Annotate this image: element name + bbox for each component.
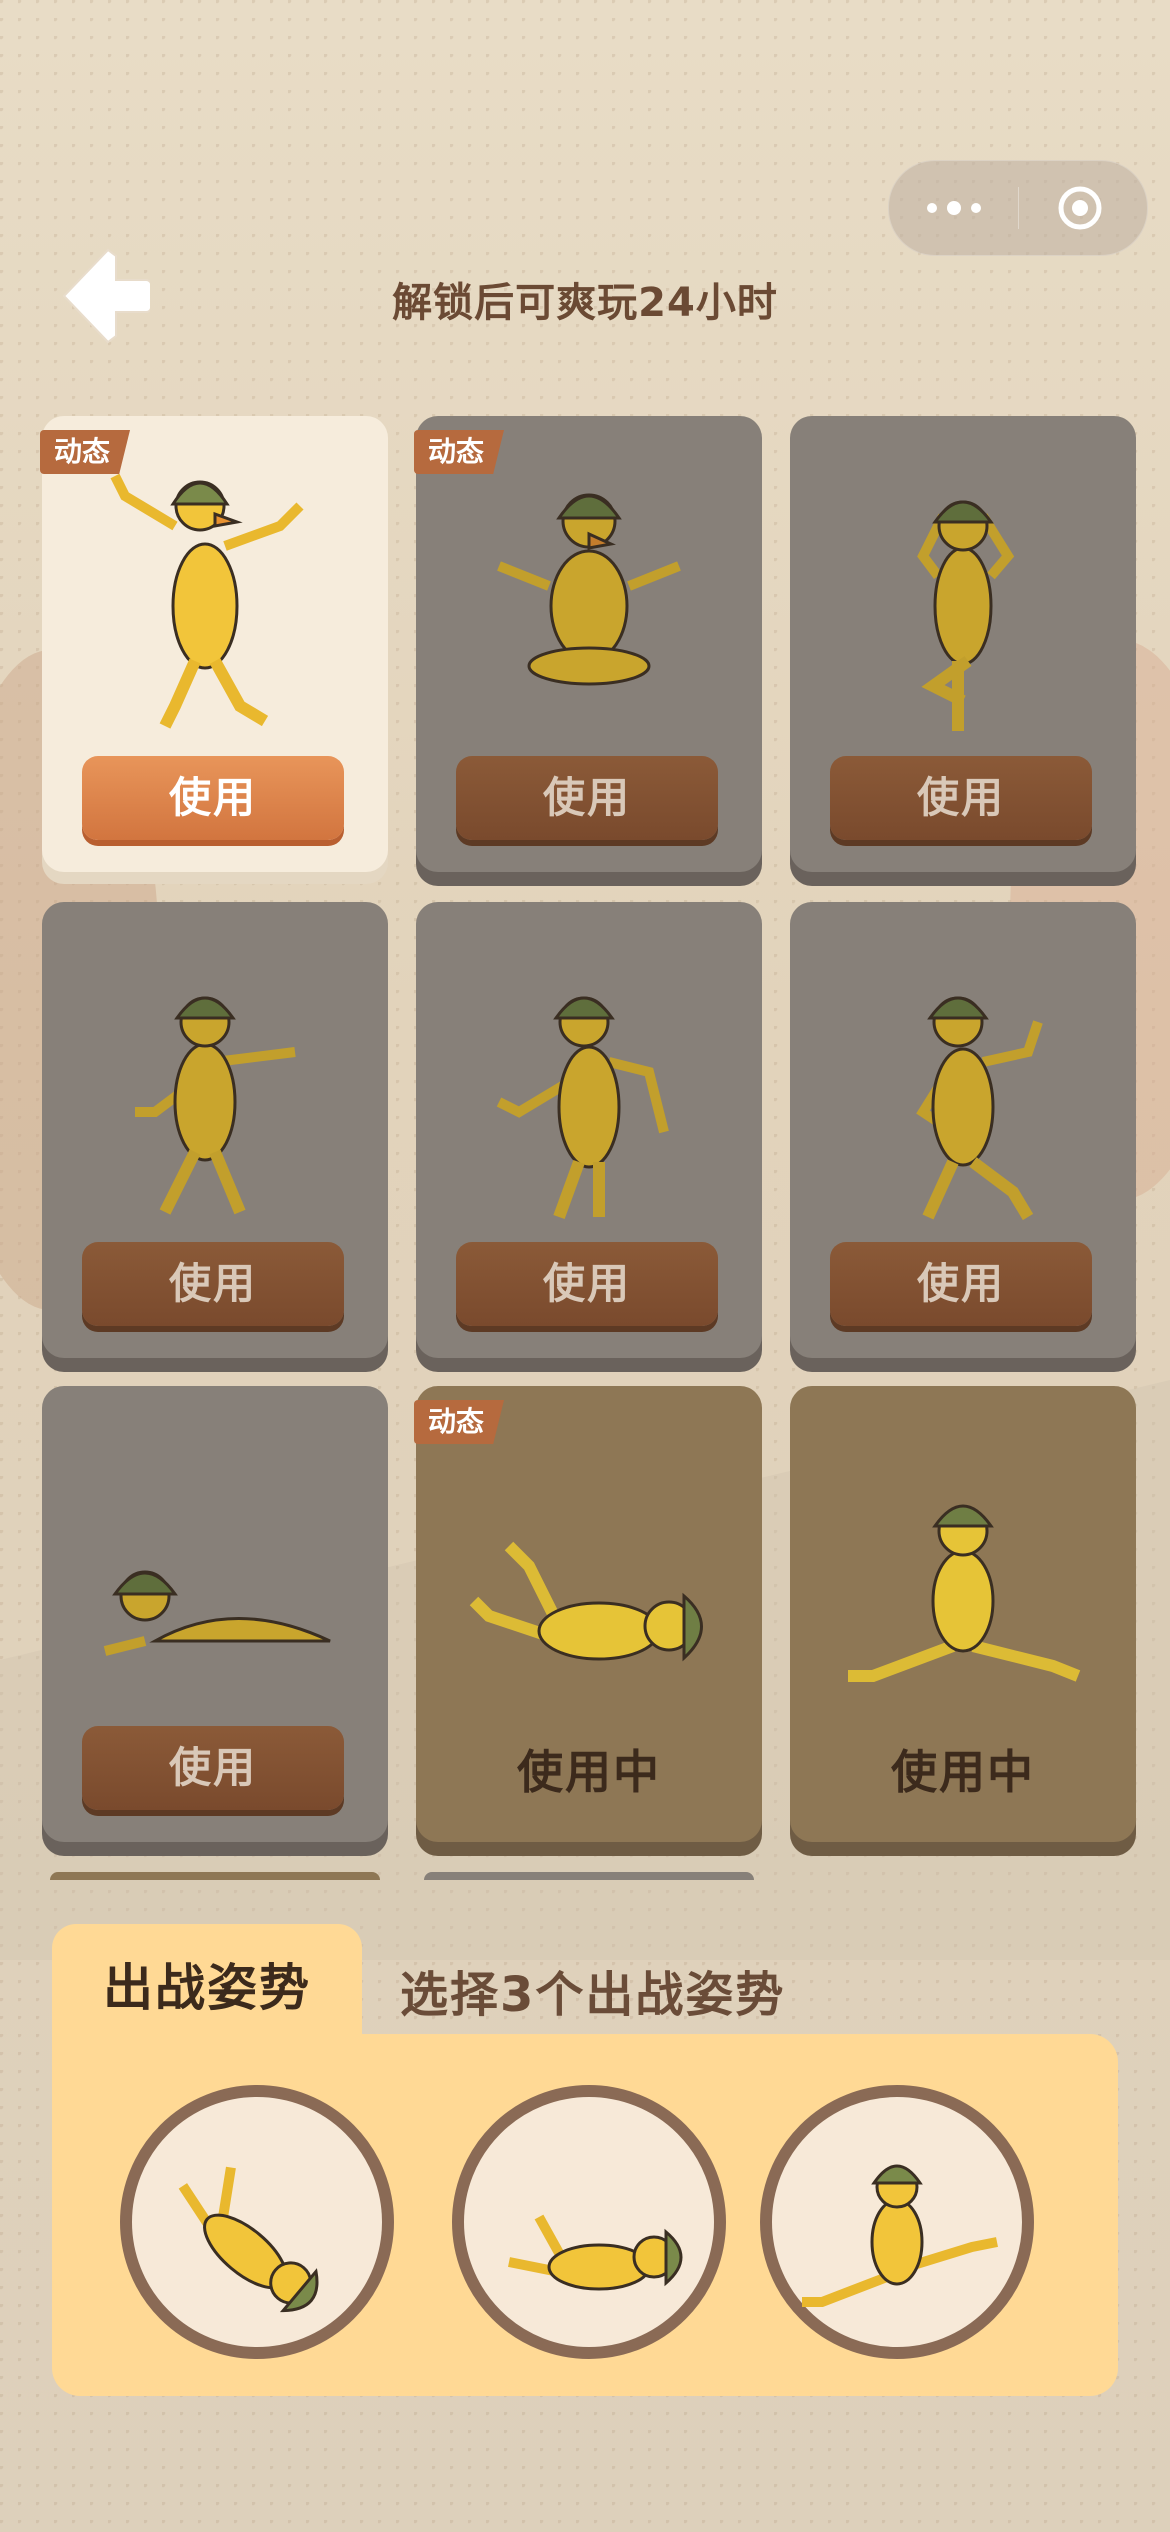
duck-split-pose <box>848 1504 1081 1682</box>
page-title: 解锁后可爽玩24小时 <box>392 280 778 326</box>
target-close-icon[interactable] <box>1057 185 1103 231</box>
pose-card[interactable]: 动态 使用 <box>40 416 388 872</box>
duck-flip-pose <box>508 2214 683 2291</box>
duck-dance-pose <box>496 996 669 1220</box>
miniprogram-capsule <box>888 160 1148 256</box>
use-button[interactable]: 使用 <box>82 1726 344 1810</box>
pose-card[interactable]: 使用中 <box>790 1386 1136 1842</box>
duck-strut-pose <box>916 996 1043 1221</box>
in-use-label: 使用中 <box>517 1745 661 1799</box>
battle-slot-2[interactable] <box>452 2085 726 2359</box>
battle-pose-hint: 选择3个出战姿势 <box>400 1967 786 2023</box>
duck-lean-pose <box>135 996 296 1215</box>
pose-card-peek <box>50 1872 380 1880</box>
use-button[interactable]: 使用 <box>830 1242 1092 1326</box>
pose-card[interactable]: 使用 <box>790 416 1136 872</box>
duck-flip-pose <box>178 2166 319 2313</box>
battle-pose-tab-label: 出战姿势 <box>103 1959 311 2017</box>
use-button[interactable]: 使用 <box>456 756 718 840</box>
duck-lotus-pose <box>497 493 681 686</box>
more-dots-icon[interactable] <box>927 197 983 219</box>
pose-card[interactable]: 动态 使用中 <box>414 1386 762 1842</box>
pose-card[interactable]: 使用 <box>42 1386 388 1842</box>
use-button[interactable]: 使用 <box>82 1242 344 1326</box>
pose-card[interactable]: 使用 <box>42 902 388 1358</box>
battle-slot-3[interactable] <box>760 2085 1034 2359</box>
use-button[interactable]: 使用 <box>830 756 1092 840</box>
in-use-label: 使用中 <box>891 1745 1035 1799</box>
duck-flip-pose <box>469 1541 703 1662</box>
use-button[interactable]: 使用 <box>82 756 344 840</box>
duck-split-pose <box>802 2164 998 2307</box>
duck-crawl-pose <box>103 1570 331 1656</box>
use-button[interactable]: 使用 <box>456 1242 718 1326</box>
pose-card[interactable]: 动态 使用 <box>414 416 762 872</box>
battle-slot-1[interactable] <box>120 2085 394 2359</box>
pose-card-peek <box>424 1872 754 1880</box>
duck-rock-on-pose <box>110 473 304 729</box>
duck-tree-pose <box>917 500 1015 731</box>
pose-card[interactable]: 使用 <box>790 902 1136 1358</box>
pose-card[interactable]: 使用 <box>416 902 762 1358</box>
